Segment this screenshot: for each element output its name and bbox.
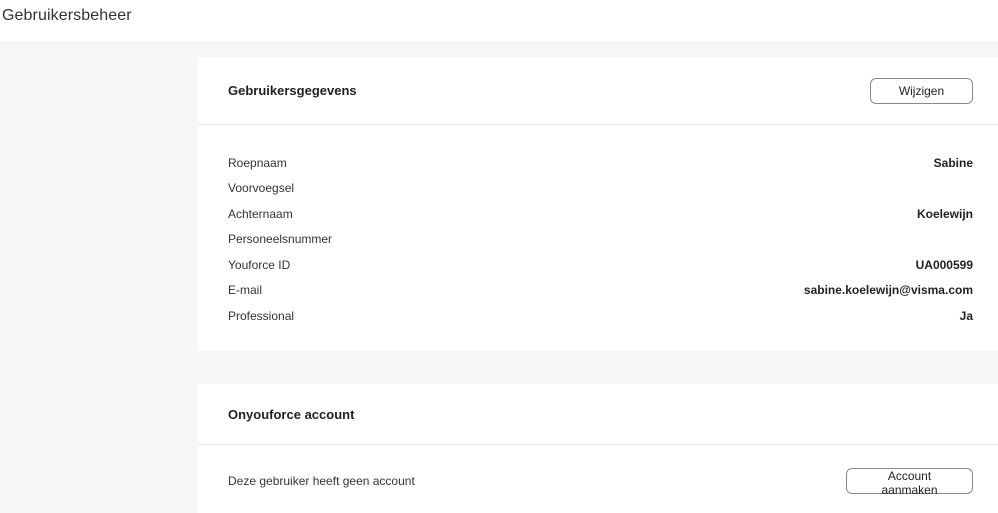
field-value: Koelewijn — [916, 206, 973, 221]
field-value: Sabine — [933, 155, 973, 170]
field-label: Achternaam — [228, 206, 293, 221]
account-status-row: Deze gebruiker heeft geen account Accoun… — [198, 445, 998, 513]
account-header: Onyouforce account — [198, 384, 998, 445]
field-row-achternaam: Achternaam Koelewijn — [228, 201, 973, 227]
field-row-roepnaam: Roepnaam Sabine — [228, 150, 973, 176]
user-details-header: Gebruikersgegevens Wijzigen — [198, 57, 998, 125]
field-row-voorvoegsel: Voorvoegsel — [228, 176, 973, 202]
field-value: sabine.koelewijn@visma.com — [803, 283, 973, 298]
field-label: Professional — [228, 308, 295, 323]
field-label: Roepnaam — [228, 155, 287, 170]
field-row-professional: Professional Ja — [228, 303, 973, 329]
user-details-title: Gebruikersgegevens — [228, 83, 357, 98]
edit-button[interactable]: Wijzigen — [870, 77, 973, 104]
field-row-personeelsnummer: Personeelsnummer — [228, 227, 973, 253]
create-account-button[interactable]: Account aanmaken — [846, 468, 973, 497]
user-details-list: Roepnaam Sabine Voorvoegsel Achternaam K… — [198, 125, 998, 329]
field-label: Youforce ID — [228, 257, 291, 272]
account-title: Onyouforce account — [228, 406, 355, 422]
account-status-text: Deze gebruiker heeft geen account — [228, 474, 415, 488]
field-label: Personeelsnummer — [228, 232, 333, 247]
field-row-email: E-mail sabine.koelewijn@visma.com — [228, 278, 973, 304]
user-details-card: Gebruikersgegevens Wijzigen Roepnaam Sab… — [198, 57, 998, 351]
account-card: Onyouforce account Deze gebruiker heeft … — [198, 384, 998, 513]
field-value: Ja — [959, 308, 973, 323]
field-value: UA000599 — [915, 257, 973, 272]
field-row-youforce-id: Youforce ID UA000599 — [228, 252, 973, 278]
field-label: Voorvoegsel — [228, 181, 295, 196]
field-label: E-mail — [228, 283, 263, 298]
page-title: Gebruikersbeheer — [2, 7, 132, 24]
